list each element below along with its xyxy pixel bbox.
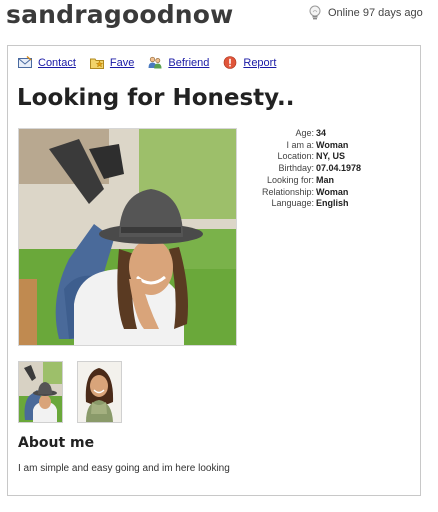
profile-headline: Looking for Honesty.. [17, 85, 295, 111]
detail-value: 34 [316, 128, 327, 138]
detail-label: Age: [295, 128, 314, 138]
detail-birthday: Birthday: 07.04.1978 [253, 163, 361, 175]
detail-language: Language: English [253, 198, 361, 210]
fave-action[interactable]: Fave [89, 56, 134, 69]
contact-action[interactable]: Contact [18, 56, 76, 69]
detail-gender: I am a: Woman [253, 140, 361, 152]
profile-card: Contact Fave Befriend Report Looking for… [7, 45, 421, 496]
contact-link[interactable]: Contact [38, 57, 76, 69]
online-status: Online 97 days ago [308, 5, 423, 21]
detail-label: Language: [271, 198, 314, 209]
detail-label: I am a: [286, 139, 314, 150]
about-text: I am simple and easy going and im here l… [18, 463, 230, 474]
detail-value: NY, US [316, 151, 346, 162]
lightbulb-icon [309, 5, 321, 20]
profile-photo-image [19, 129, 236, 345]
fave-link[interactable]: Fave [110, 57, 134, 69]
befriend-link[interactable]: Befriend [168, 57, 209, 69]
profile-username: sandragoodnow [6, 0, 234, 29]
envelope-icon [18, 56, 32, 68]
warning-icon [224, 56, 237, 69]
detail-label: Looking for: [266, 174, 314, 185]
profile-details: Age: 34 I am a: Woman Location: NY, US B… [253, 128, 361, 210]
people-icon [148, 56, 162, 69]
photo-thumbnail[interactable] [18, 361, 63, 423]
detail-value: Woman [316, 139, 349, 150]
detail-value: Man [316, 174, 334, 185]
detail-location: Location: NY, US [253, 151, 361, 163]
star-folder-icon [89, 58, 104, 69]
detail-value: Woman [316, 186, 349, 197]
report-link[interactable]: Report [243, 57, 276, 69]
detail-label: Relationship: [261, 186, 314, 197]
detail-relationship: Relationship: Woman [253, 187, 361, 199]
main-profile-photo[interactable] [18, 128, 237, 346]
detail-age: Age: 34 [253, 128, 361, 140]
detail-value: 07.04.1978 [316, 163, 362, 174]
profile-actions: Contact Fave Befriend Report [18, 56, 290, 69]
photo-thumbnail[interactable] [77, 361, 122, 423]
online-status-text: Online 97 days ago [328, 7, 423, 19]
detail-value: English [316, 198, 349, 209]
thumbnail-image [19, 362, 62, 422]
about-heading: About me [18, 435, 95, 451]
befriend-action[interactable]: Befriend [148, 56, 209, 69]
detail-looking-for: Looking for: Man [253, 175, 361, 187]
thumbnail-image [78, 362, 121, 422]
detail-label: Birthday: [278, 163, 314, 174]
report-action[interactable]: Report [223, 56, 276, 69]
detail-label: Location: [277, 151, 314, 162]
